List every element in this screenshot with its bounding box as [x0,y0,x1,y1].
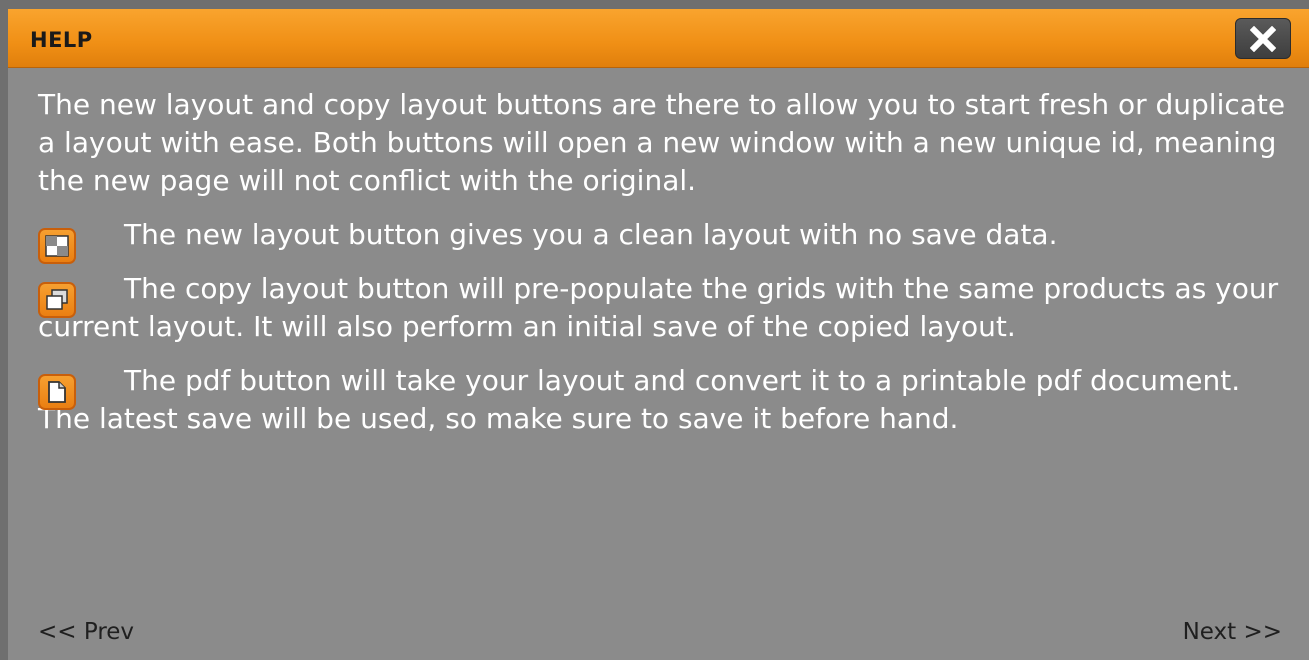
new-layout-help-text: The new layout button gives you a clean … [124,218,1058,251]
help-content: The new layout and copy layout buttons a… [38,86,1288,454]
copy-layout-help-text: The copy layout button will pre-populate… [38,272,1279,343]
prev-link[interactable]: << Prev [38,619,134,645]
pdf-icon[interactable] [38,374,76,410]
copy-layout-icon[interactable] [38,282,76,318]
dialog-titlebar: HELP [8,9,1309,68]
pdf-help: The pdf button will take your layout and… [38,362,1288,438]
intro-text: The new layout and copy layout buttons a… [38,88,1286,197]
new-layout-icon[interactable] [38,228,76,264]
copy-layout-help: The copy layout button will pre-populate… [38,270,1288,346]
close-button[interactable] [1235,18,1291,59]
next-link[interactable]: Next >> [1183,619,1282,645]
pdf-help-text: The pdf button will take your layout and… [38,364,1241,435]
new-layout-help: The new layout button gives you a clean … [38,216,1288,264]
close-icon [1250,25,1276,52]
help-dialog: HELP The new layout and copy layout butt… [8,9,1309,660]
dialog-title: HELP [30,28,93,52]
